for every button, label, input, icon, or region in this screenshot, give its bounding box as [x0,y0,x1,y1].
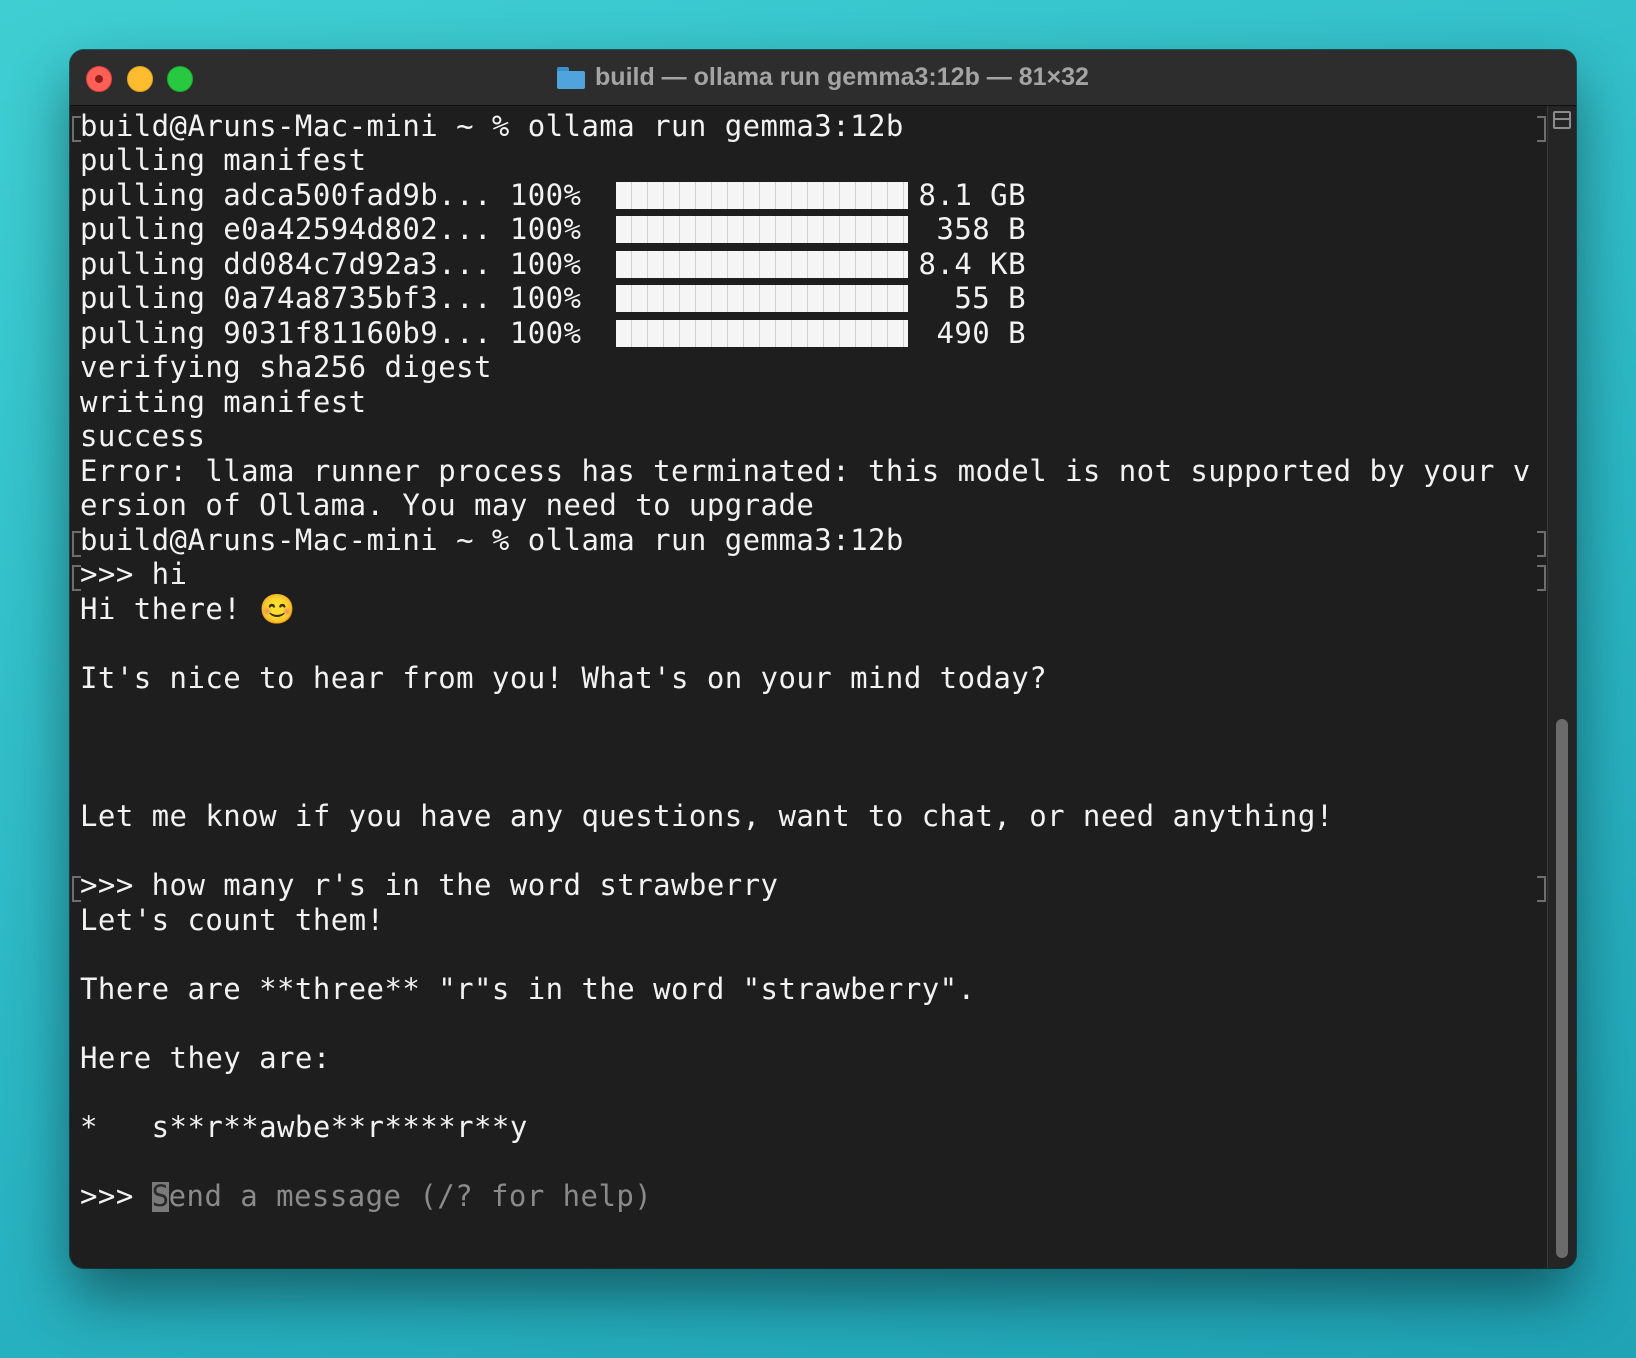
download-label: pulling adca500fad9b... 100% [80,178,582,212]
folder-icon [557,66,586,89]
user-input-line: >>> how many r's in the word strawberry [80,868,779,902]
terminal-output[interactable]: build@Aruns-Mac-mini ~ % ollama run gemm… [70,106,1548,1268]
reply-line: Let me know if you have any questions, w… [80,799,1334,833]
mark-bracket-right [1537,565,1546,591]
download-label: pulling 9031f81160b9... 100% [80,316,582,350]
download-label: pulling e0a42594d802... 100% [80,212,582,246]
progress-bar [616,320,908,347]
reply-line: * s**r**awbe**r****r**y [80,1110,528,1144]
reply-line: Let's count them! [80,903,385,937]
input-placeholder: Send a message (/? for help) [151,1179,653,1213]
shell-prompt-line: build@Aruns-Mac-mini ~ % ollama run gemm… [80,109,904,143]
output-line: writing manifest [80,385,367,419]
download-size: 8.4 KB [918,247,1026,281]
window-title: build — ollama run gemma3:12b — 81×32 [70,50,1576,105]
output-line: pulling manifest [80,143,367,177]
mark-bracket-right [1537,116,1546,142]
download-size: 8.1 GB [918,178,1026,212]
output-line: verifying sha256 digest [80,350,492,384]
download-label: pulling 0a74a8735bf3... 100% [80,281,582,315]
shell-prompt-line: build@Aruns-Mac-mini ~ % ollama run gemm… [80,523,904,557]
progress-bar [616,182,908,209]
reply-line: There are **three** "r"s in the word "st… [80,972,976,1006]
reply-line: It's nice to hear from you! What's on yo… [80,661,1048,695]
input-prompt: >>> [80,1179,152,1213]
reply-line: Here they are: [80,1041,331,1075]
download-label: pulling dd084c7d92a3... 100% [80,247,582,281]
mark-bracket-right [1537,531,1546,557]
download-size: 358 B [936,212,1026,246]
user-input-line: >>> hi [80,557,188,591]
progress-bar [616,251,908,278]
error-line: ersion of Ollama. You may need to upgrad… [80,488,815,522]
title-bar[interactable]: build — ollama run gemma3:12b — 81×32 [70,50,1576,106]
window-title-text: build — ollama run gemma3:12b — 81×32 [595,63,1089,91]
error-line: Error: llama runner process has terminat… [80,454,1531,488]
progress-bar [616,216,908,243]
output-line: success [80,419,206,453]
reply-line: Hi there! 😊 [80,592,296,626]
mark-bracket-right [1537,876,1546,902]
terminal-window: build — ollama run gemma3:12b — 81×32 bu… [70,50,1576,1268]
progress-bar [616,285,908,312]
download-size: 490 B [936,316,1026,350]
scrollbar[interactable] [1547,106,1576,1268]
download-size: 55 B [954,281,1026,315]
split-pane-icon[interactable] [1553,111,1571,129]
message-input[interactable]: >>> Send a message (/? for help) [80,1178,652,1214]
text-cursor: S [151,1179,170,1213]
scrollbar-thumb[interactable] [1556,719,1568,1258]
